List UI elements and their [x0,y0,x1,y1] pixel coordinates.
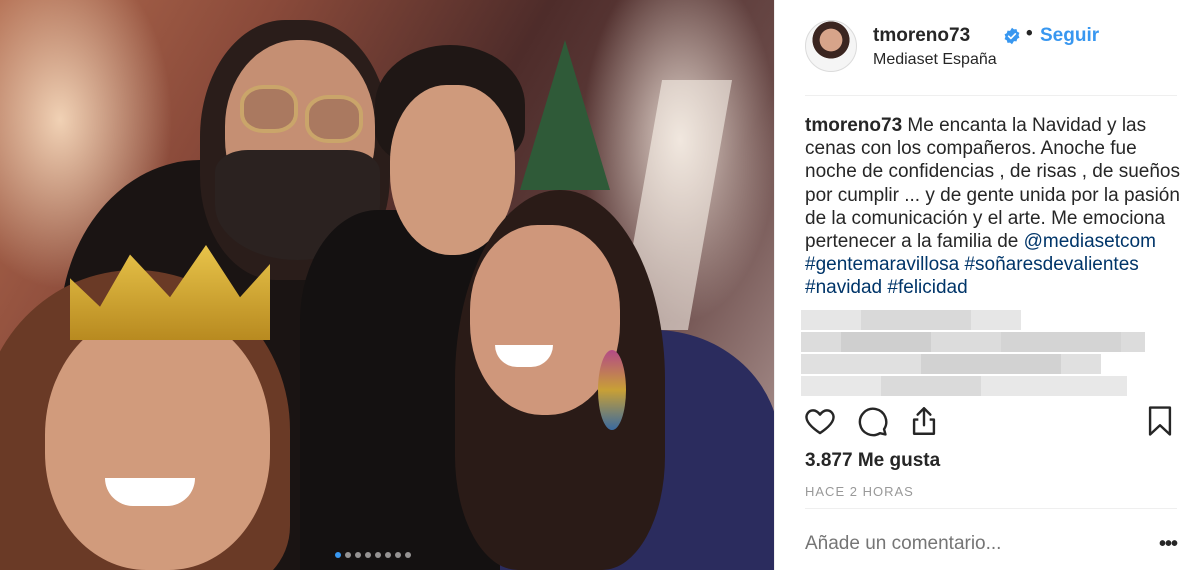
carousel-dot[interactable] [405,552,411,558]
mention-link[interactable]: @mediasetcom [1024,231,1156,252]
carousel-dot[interactable] [385,552,391,558]
christmas-tree [520,40,610,190]
pixelated-block [1001,332,1121,352]
comment-bar: ••• [805,508,1178,570]
earring [598,350,626,430]
post-caption: tmoreno73 Me encanta la Navidad y las ce… [805,114,1185,300]
verified-badge-icon [1004,27,1020,45]
pixelated-block [841,332,931,352]
action-bar [803,404,1179,442]
carousel-indicator [335,552,411,558]
post-sidebar: tmoreno73 • Seguir Mediaset España tmore… [774,0,1200,570]
heart-icon [805,409,835,435]
person-face [45,310,270,570]
more-options-button[interactable]: ••• [1159,533,1178,556]
comment-icon [858,407,888,437]
likes-count[interactable]: 3.877 Me gusta [805,450,940,472]
carousel-dot[interactable] [365,552,371,558]
follow-button[interactable]: Seguir [1040,25,1099,47]
pixelated-block [881,376,981,396]
carousel-dot[interactable] [375,552,381,558]
location-link[interactable]: Mediaset España [873,51,997,69]
carousel-dot[interactable] [355,552,361,558]
carousel-dot[interactable] [395,552,401,558]
comment-input[interactable] [805,533,1125,555]
sunglasses-lens [305,95,363,143]
person-smile [105,478,195,506]
bookmark-icon [1148,406,1172,436]
post-timestamp[interactable]: HACE 2 HORAS [805,484,914,499]
post-photo[interactable] [0,0,774,570]
share-icon [912,407,936,435]
save-button[interactable] [1143,404,1179,440]
post-header: tmoreno73 • Seguir Mediaset España [805,20,1177,96]
pixelated-block [861,310,971,330]
like-button[interactable] [803,404,839,440]
hashtag-link[interactable]: #navidad [805,277,882,298]
header-separator: • [1026,23,1033,44]
hashtag-link[interactable]: #gentemaravillosa [805,254,959,275]
pixelated-block [921,354,1061,374]
avatar[interactable] [805,20,857,72]
share-button[interactable] [907,404,943,440]
pixelated-comments [801,308,1149,398]
hashtag-link[interactable]: #felicidad [887,277,967,298]
username-link[interactable]: tmoreno73 [873,25,970,47]
comment-button[interactable] [855,404,891,440]
caption-username-link[interactable]: tmoreno73 [805,115,902,136]
carousel-dot[interactable] [345,552,351,558]
carousel-dot[interactable] [335,552,341,558]
hashtag-link[interactable]: #soñaresdevalientes [964,254,1138,275]
sunglasses-lens [240,85,298,133]
